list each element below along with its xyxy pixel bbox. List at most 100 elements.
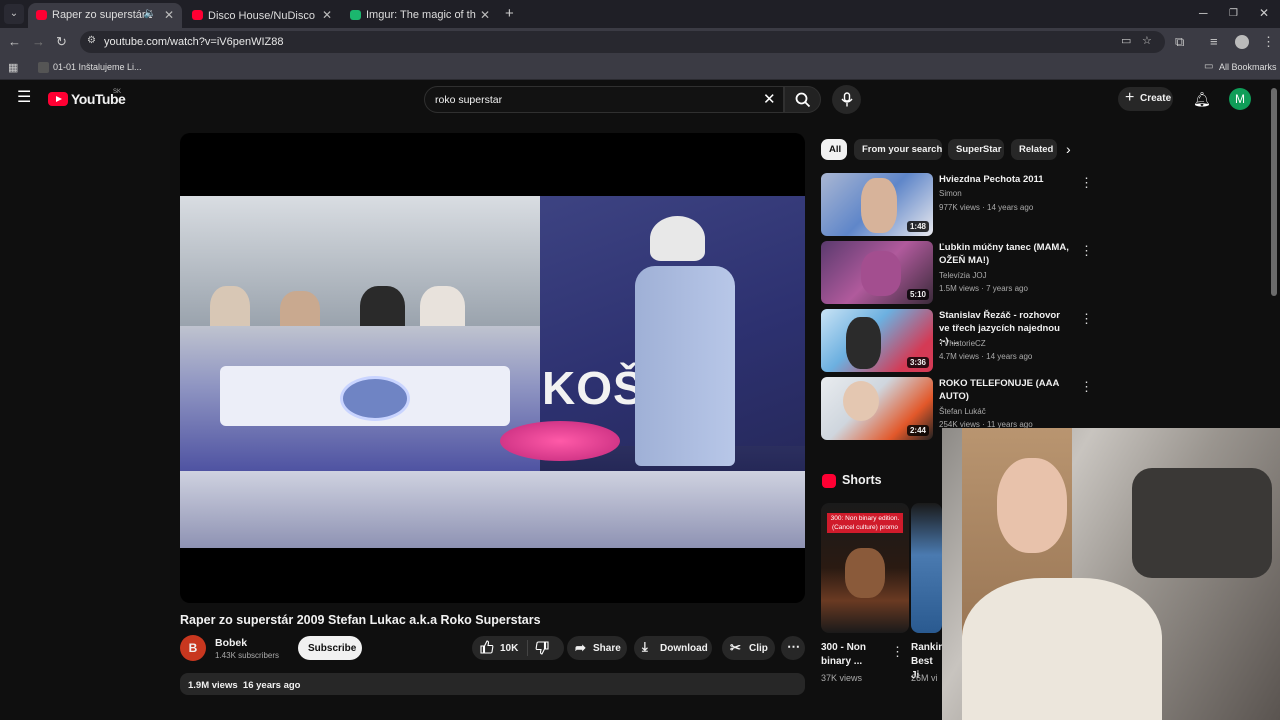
recommendation-channel: TVhistorieCZ (939, 339, 986, 348)
recommendation-title: Hviezdna Pechota 2011 (939, 174, 1044, 185)
video-thumbnail[interactable]: 1:48 (821, 173, 933, 236)
all-bookmarks-link[interactable]: All Bookmarks (1219, 62, 1277, 72)
youtube-logo-icon[interactable] (48, 92, 68, 106)
recommendation-item[interactable]: 3:36 Stanislav Řezáč - rozhovor ve třech… (821, 309, 1101, 373)
more-vertical-icon[interactable]: ⋮ (1080, 311, 1093, 327)
like-count: 10K (500, 643, 519, 654)
share-label: Share (593, 643, 621, 654)
clear-search-icon[interactable]: ✕ (763, 90, 776, 108)
webcam-pillow (1132, 468, 1272, 578)
description-box[interactable]: 1.9M views 16 years ago (180, 673, 805, 695)
folder-icon: ▭ (1204, 61, 1214, 72)
browser-tab-3[interactable]: Imgur: The magic of the Interne ✕ (342, 3, 498, 28)
subscribe-button[interactable]: Subscribe (298, 636, 362, 660)
thumbs-up-icon (480, 640, 494, 654)
notifications-bell-icon[interactable]: 🔔︎ (1193, 91, 1211, 108)
bookmark-favicon-icon (38, 62, 49, 73)
back-icon[interactable]: ← (8, 34, 21, 50)
chip-related[interactable]: Related (1011, 139, 1057, 160)
video-frame[interactable]: KOŠ (180, 196, 805, 548)
browser-menu-icon[interactable]: ⋮ (1262, 34, 1275, 50)
video-title: Raper zo superstár 2009 Stefan Lukac a.k… (180, 613, 541, 627)
short-thumbnail[interactable] (911, 503, 942, 633)
speaker-icon[interactable]: 🔈 (144, 8, 156, 19)
window-close-icon[interactable]: ✕ (1259, 6, 1269, 20)
voice-search-button[interactable] (832, 85, 861, 114)
download-button[interactable]: ⤓ Download (634, 636, 712, 660)
tab-search-button[interactable]: ⌄ (4, 4, 24, 24)
apps-grid-icon[interactable]: ▦ (8, 61, 18, 74)
more-actions-button[interactable]: ⋯ (781, 636, 805, 660)
thumbnail-face (861, 178, 897, 233)
share-button[interactable]: ➦ Share (567, 636, 627, 660)
chip-all[interactable]: All (821, 139, 847, 160)
address-bar[interactable]: ⚙ youtube.com/watch?v=iV6penWIZ88 ▭ ☆ (80, 31, 1165, 53)
create-button[interactable]: + Create (1118, 87, 1173, 111)
duration-badge: 3:36 (906, 357, 929, 368)
chip-superstar[interactable]: SuperStar (948, 139, 1004, 160)
hamburger-menu-icon[interactable]: ☰ (17, 90, 31, 106)
microphone-icon (841, 92, 853, 107)
recommendation-meta: 1.5M views · 7 years ago (939, 284, 1028, 293)
url-text: youtube.com/watch?v=iV6penWIZ88 (104, 36, 284, 48)
chip-from-your-search[interactable]: From your search (854, 139, 942, 160)
video-thumbnail[interactable]: 3:36 (821, 309, 933, 372)
new-tab-button[interactable]: + (505, 5, 514, 22)
like-button[interactable] (480, 640, 494, 657)
recommendation-item[interactable]: 5:10 Ľubkin múčny tanec (MAMA, OŽEŇ MA!)… (821, 241, 1101, 305)
more-vertical-icon[interactable]: ⋮ (1080, 175, 1093, 191)
extensions-icon[interactable]: ⧉ (1175, 34, 1184, 50)
youtube-favicon-icon (36, 10, 47, 20)
close-tab-icon[interactable]: ✕ (322, 8, 332, 22)
search-input[interactable]: roko superstar ✕ (424, 86, 784, 113)
reload-icon[interactable]: ↻ (56, 34, 67, 50)
dislike-button[interactable] (535, 641, 549, 658)
chevron-right-icon[interactable]: › (1066, 141, 1071, 157)
restore-icon[interactable]: ❐ (1229, 8, 1238, 19)
stage-floor (180, 471, 805, 548)
short-views: 37K views (821, 673, 863, 683)
bookmark-item[interactable]: 01-01 Inštalujeme Li... (53, 62, 142, 72)
site-info-icon[interactable]: ⚙ (87, 35, 96, 46)
profile-avatar[interactable] (1235, 35, 1249, 49)
webcam-face (997, 458, 1067, 553)
share-arrow-icon: ➦ (575, 640, 586, 655)
account-avatar[interactable]: M (1229, 88, 1251, 110)
thumbnail-figure (846, 317, 881, 369)
search-button[interactable] (784, 86, 821, 113)
subscriber-count: 1.43K subscribers (215, 651, 280, 660)
more-vertical-icon[interactable]: ⋮ (1080, 379, 1093, 395)
recommendation-item[interactable]: 1:48 Hviezdna Pechota 2011 Simon 977K vi… (821, 173, 1101, 237)
short-title[interactable]: 300 - Non binary ... (821, 641, 891, 669)
chip-label: SuperStar (956, 144, 1002, 155)
page-scrollbar[interactable] (1271, 88, 1277, 296)
browser-tab-2[interactable]: Disco House/NuDisco ★ Mega ✕ (184, 3, 340, 28)
view-count: 1.9M views (188, 680, 238, 691)
close-tab-icon[interactable]: ✕ (164, 8, 174, 22)
clip-button[interactable]: ✂ Clip (722, 636, 775, 660)
video-thumbnail[interactable]: 5:10 (821, 241, 933, 304)
search-icon (795, 92, 811, 108)
recommendation-channel: Štefan Lukáč (939, 407, 986, 416)
minimize-icon[interactable]: ─ (1199, 6, 1208, 20)
channel-avatar[interactable]: B (180, 635, 206, 661)
forward-icon[interactable]: → (32, 34, 45, 50)
duration-badge: 2:44 (906, 425, 929, 436)
close-tab-icon[interactable]: ✕ (480, 8, 490, 22)
cast-icon[interactable]: ▭ (1121, 34, 1131, 47)
thumbnail-figure (861, 251, 901, 296)
bookmark-star-icon[interactable]: ☆ (1142, 34, 1152, 47)
imgur-favicon-icon (350, 10, 361, 20)
video-player[interactable]: KOŠ (180, 133, 805, 603)
reading-list-icon[interactable]: ≡ (1210, 34, 1218, 50)
recommendation-title: Ľubkin múčny tanec (MAMA, OŽEŇ MA!) (939, 242, 1069, 266)
short-thumbnail[interactable]: 300: Non binary edition. (Cancel culture… (821, 503, 909, 633)
more-vertical-icon[interactable]: ⋮ (891, 644, 904, 660)
channel-name[interactable]: Bobek (215, 637, 247, 649)
region-code: SK (113, 89, 122, 95)
thumbs-down-icon (535, 641, 549, 655)
browser-tab-1[interactable]: Raper zo superstár 2009 Ste 🔈 ✕ (28, 3, 182, 28)
performer-figure (635, 266, 735, 466)
more-vertical-icon[interactable]: ⋮ (1080, 243, 1093, 259)
video-thumbnail[interactable]: 2:44 (821, 377, 933, 440)
